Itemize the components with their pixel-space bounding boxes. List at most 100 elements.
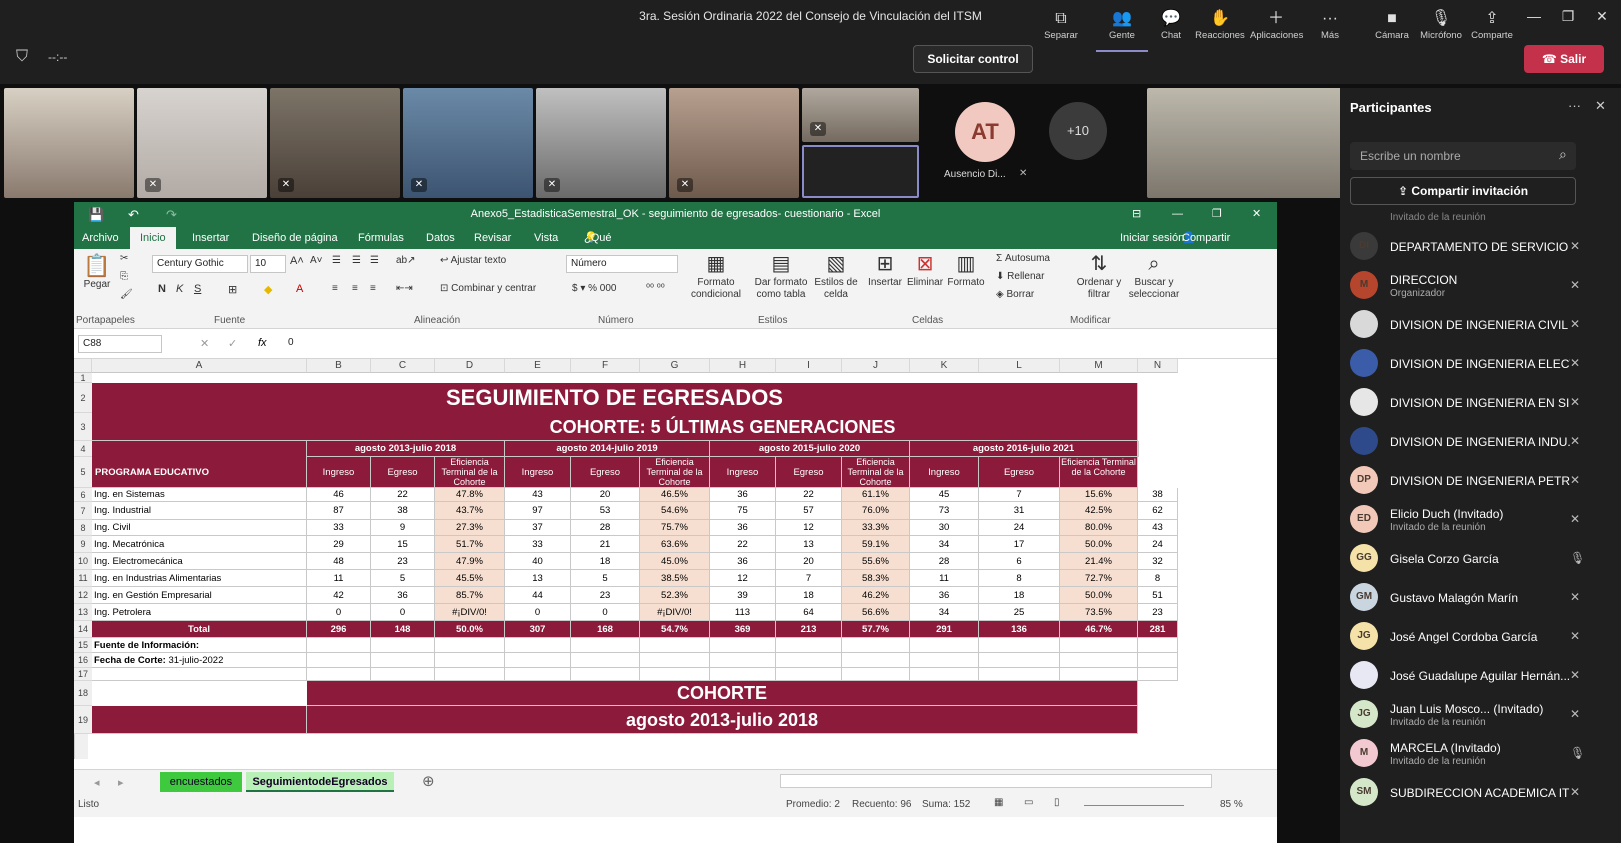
clear-button[interactable]: ◈ Borrar — [996, 289, 1034, 300]
row-header[interactable]: 3 — [74, 413, 92, 441]
copy-icon[interactable]: ⎘ — [120, 271, 128, 282]
data-cell[interactable]: 20 — [571, 488, 640, 502]
align-top-icon[interactable]: ☰ — [332, 255, 341, 266]
absent-avatar[interactable]: AT — [955, 102, 1015, 162]
empty-cell[interactable] — [842, 653, 910, 668]
total-cell[interactable]: 50.0% — [435, 621, 505, 638]
data-cell[interactable]: 43.7% — [435, 502, 505, 520]
bold-icon[interactable]: N — [158, 283, 166, 295]
data-cell[interactable]: 9 — [371, 520, 435, 536]
empty-cell[interactable] — [92, 668, 307, 681]
tab-datos[interactable]: Datos — [426, 227, 455, 249]
empty-cell[interactable] — [371, 638, 435, 653]
data-cell[interactable]: 23 — [571, 587, 640, 604]
empty-cell[interactable] — [640, 653, 710, 668]
data-cell[interactable]: 13 — [505, 570, 571, 587]
align-bottom-icon[interactable]: ☰ — [370, 255, 379, 266]
tab-diseno[interactable]: Diseño de página — [252, 227, 338, 249]
search-icon[interactable]: ⌕ — [1559, 146, 1567, 163]
data-cell[interactable]: 33 — [505, 536, 571, 553]
video-tile[interactable]: ✕ — [403, 88, 533, 198]
align-center-icon[interactable]: ≡ — [352, 283, 358, 294]
empty-cell[interactable] — [979, 638, 1060, 653]
empty-cell[interactable] — [1138, 668, 1178, 681]
cutoff-cell[interactable]: Fecha de Corte: 31-julio-2022 — [92, 653, 307, 668]
data-cell[interactable]: 38 — [1138, 488, 1178, 502]
empty-cell[interactable] — [307, 668, 371, 681]
data-cell[interactable]: 61.1% — [842, 488, 910, 502]
format-cells-button[interactable]: ▥ Formato — [946, 251, 986, 288]
empty-cell[interactable] — [1138, 653, 1178, 668]
data-cell[interactable]: 73.5% — [1060, 604, 1138, 621]
data-cell[interactable]: 34 — [910, 604, 979, 621]
name-box[interactable]: C88 — [78, 335, 162, 353]
data-cell[interactable]: 18 — [571, 553, 640, 570]
total-cell[interactable]: 46.7% — [1060, 621, 1138, 638]
data-cell[interactable]: 38.5% — [640, 570, 710, 587]
format-painter-icon[interactable]: 🖌 — [120, 289, 133, 300]
total-cell[interactable]: 54.7% — [640, 621, 710, 638]
separate-button[interactable]: ⧉ Separar — [1035, 8, 1087, 50]
program-name[interactable]: Ing. en Gestión Empresarial — [92, 587, 307, 604]
data-cell[interactable]: 43 — [505, 488, 571, 502]
empty-cell[interactable] — [571, 638, 640, 653]
data-cell[interactable]: 29 — [307, 536, 371, 553]
data-cell[interactable]: 63.6% — [640, 536, 710, 553]
font-size-select[interactable]: 10 — [250, 255, 286, 273]
total-cell[interactable]: 281 — [1138, 621, 1178, 638]
data-cell[interactable]: 97 — [505, 502, 571, 520]
data-cell[interactable]: 12 — [710, 570, 776, 587]
autosum-button[interactable]: Σ Autosuma — [996, 253, 1050, 264]
empty-cell[interactable] — [371, 653, 435, 668]
minimize-icon[interactable]: — — [1517, 0, 1551, 32]
empty-cell[interactable] — [505, 653, 571, 668]
tab-insertar[interactable]: Insertar — [192, 227, 229, 249]
data-cell[interactable]: 5 — [371, 570, 435, 587]
align-left-icon[interactable]: ≡ — [332, 283, 338, 294]
signin-link[interactable]: Iniciar sesión — [1120, 227, 1184, 249]
data-cell[interactable]: 85.7% — [435, 587, 505, 604]
sheet-tab-encuestados[interactable]: encuestados — [160, 772, 242, 792]
data-cell[interactable]: 30 — [910, 520, 979, 536]
row-header[interactable]: 19 — [74, 706, 92, 734]
participant-item[interactable]: DIVISION DE INGENIERIA EN SIS... ✕ — [1350, 384, 1590, 422]
horizontal-scrollbar[interactable] — [780, 774, 1212, 788]
more-participants-badge[interactable]: +10 — [1049, 102, 1107, 160]
row-header[interactable]: 16 — [74, 653, 92, 668]
data-cell[interactable]: 25 — [979, 604, 1060, 621]
data-cell[interactable]: 13 — [776, 536, 842, 553]
participant-item[interactable]: DIVISION DE INGENIERIA ELECT... ✕ — [1350, 345, 1590, 383]
data-cell[interactable]: 18 — [776, 587, 842, 604]
undo-icon[interactable]: ↶ — [128, 202, 139, 227]
data-cell[interactable]: 43 — [1138, 520, 1178, 536]
empty-cell[interactable] — [435, 638, 505, 653]
data-cell[interactable]: 44 — [505, 587, 571, 604]
column-header[interactable]: G — [640, 359, 710, 373]
empty-cell[interactable] — [710, 668, 776, 681]
data-cell[interactable]: 37 — [505, 520, 571, 536]
program-name[interactable]: Ing. en Sistemas — [92, 488, 307, 502]
data-cell[interactable]: 33 — [307, 520, 371, 536]
sheet-tab-seguimiento[interactable]: SeguimientodeEgresados — [246, 772, 394, 792]
data-cell[interactable]: 7 — [776, 570, 842, 587]
insert-cells-button[interactable]: ⊞ Insertar — [866, 251, 904, 288]
data-cell[interactable]: 7 — [979, 488, 1060, 502]
orientation-icon[interactable]: ab↗ — [396, 255, 416, 266]
data-cell[interactable]: 11 — [910, 570, 979, 587]
data-cell[interactable]: 54.6% — [640, 502, 710, 520]
conditional-format-button[interactable]: ▦ Formato condicional — [688, 251, 744, 301]
fill-color-icon[interactable]: ◆ — [264, 283, 272, 296]
currency-icon[interactable]: $ ▾ % 000 — [572, 283, 617, 294]
participant-item[interactable]: JG Juan Luis Mosco... (Invitado) Invitado … — [1350, 696, 1590, 734]
empty-cell[interactable] — [910, 653, 979, 668]
restore-icon[interactable]: ❐ — [1551, 0, 1585, 32]
data-cell[interactable]: #¡DIV/0! — [435, 604, 505, 621]
data-cell[interactable]: 15 — [371, 536, 435, 553]
video-tile[interactable]: ✕ — [802, 88, 919, 142]
sort-filter-button[interactable]: ⇅ Ordenar y filtrar — [1074, 251, 1124, 301]
redo-icon[interactable]: ↷ — [166, 202, 177, 227]
data-cell[interactable]: 113 — [710, 604, 776, 621]
data-cell[interactable]: 42.5% — [1060, 502, 1138, 520]
empty-cell[interactable] — [776, 668, 842, 681]
data-cell[interactable]: 36 — [710, 488, 776, 502]
